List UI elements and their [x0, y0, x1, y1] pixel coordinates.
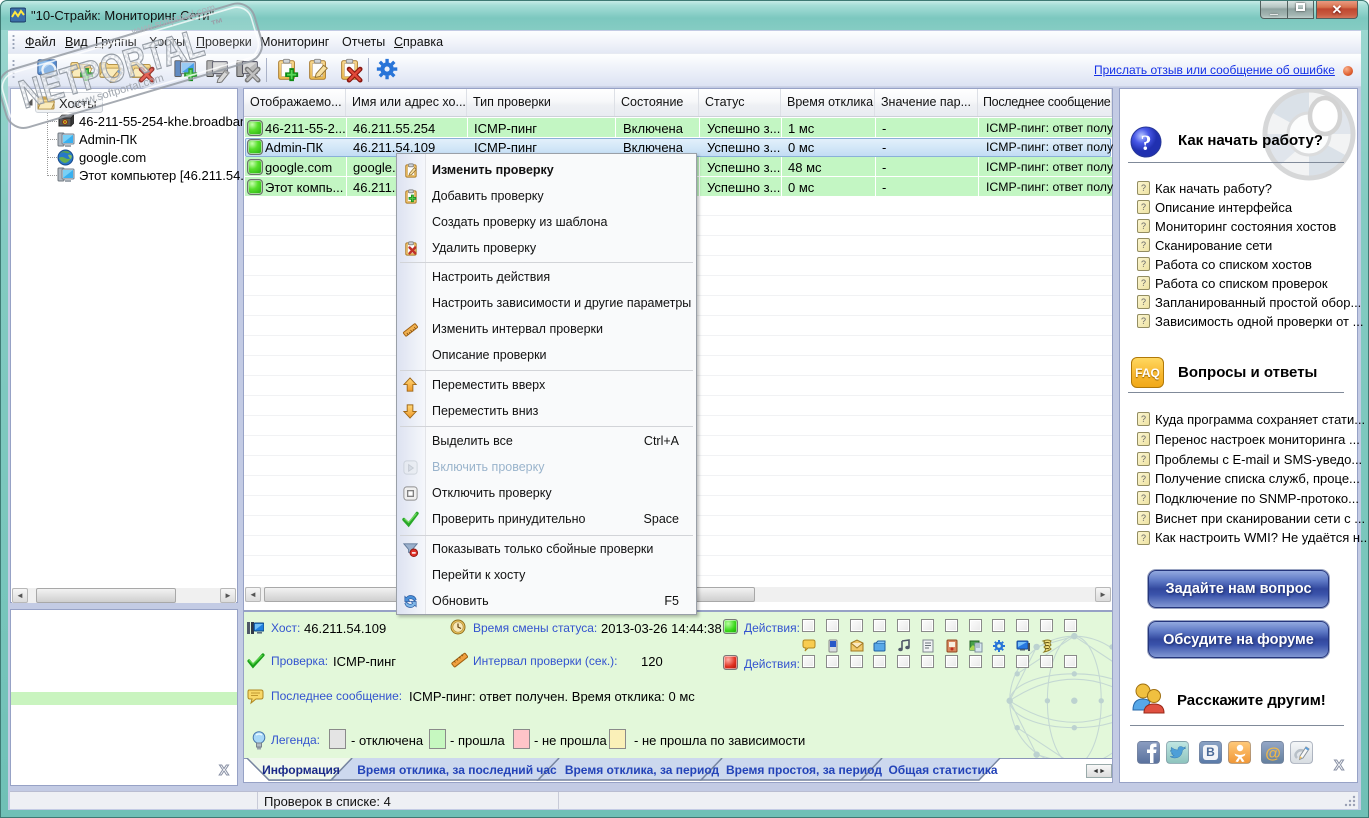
svg-text:Информация: Информация — [262, 763, 340, 777]
svg-text:?: ? — [1141, 130, 1152, 155]
svg-text:Время простоя, за период: Время простоя, за период — [726, 763, 882, 777]
svg-text:Время отклика, за период: Время отклика, за период — [565, 763, 720, 777]
svg-text:Время отклика, за последний ча: Время отклика, за последний час — [357, 763, 557, 777]
svg-text:Общая статистика: Общая статистика — [888, 763, 997, 777]
svg-text:@: @ — [1265, 746, 1281, 763]
